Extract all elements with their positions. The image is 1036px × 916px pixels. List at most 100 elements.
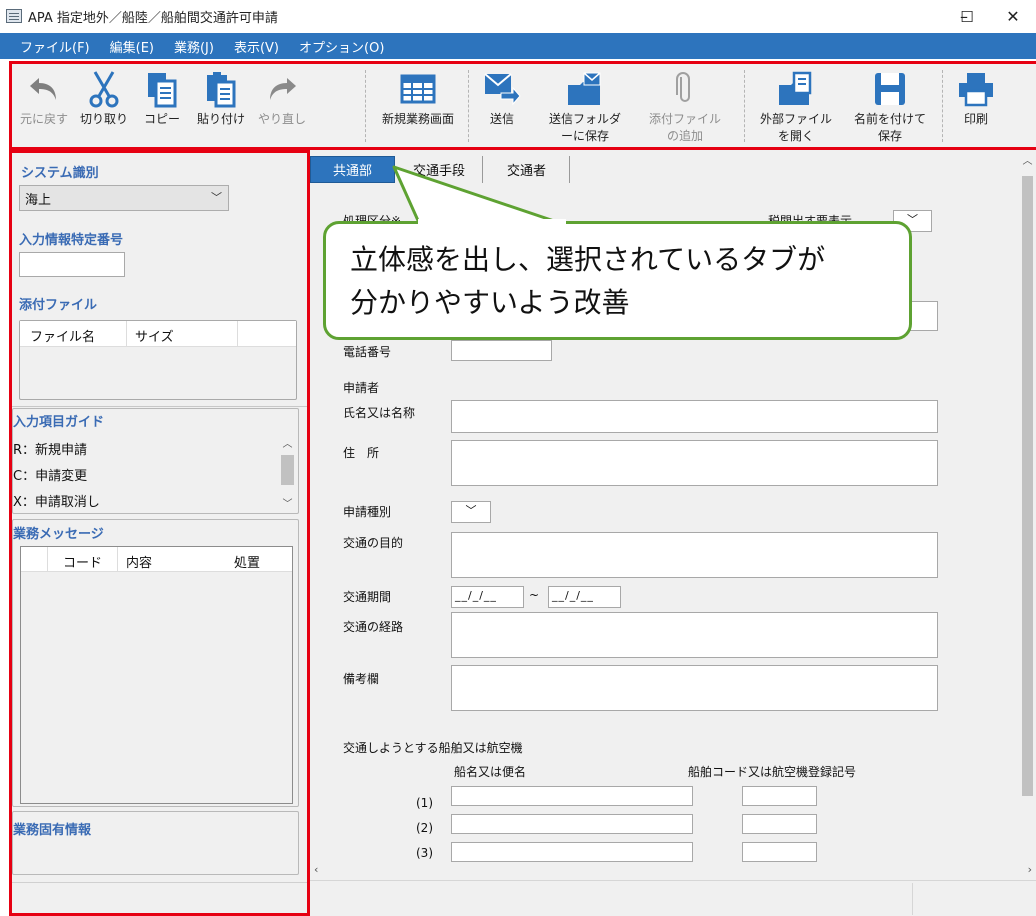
vessel-name-field-1[interactable]	[451, 786, 693, 806]
name-label: 氏名又は名称	[343, 406, 416, 420]
guide-item: X：申請取消し	[13, 495, 100, 510]
system-label: システム識別	[21, 166, 99, 181]
purpose-label: 交通の目的	[343, 536, 404, 550]
toolbar: 元に戻す 切り取り コピー 貼り付け やり直し 新規業務画面 送信 送信フォルダ…	[9, 61, 1036, 150]
floppy-disk-icon	[870, 68, 910, 110]
paste-button[interactable]: 貼り付け	[192, 64, 250, 147]
column-content[interactable]: 内容	[126, 552, 152, 571]
application-type-label: 申請種別	[343, 505, 392, 519]
undo-icon	[24, 68, 64, 110]
undo-button[interactable]: 元に戻す	[18, 64, 70, 147]
remarks-label: 備考欄	[343, 672, 380, 686]
vessel-row-number: (1)	[416, 796, 433, 810]
input-guide-panel: 入力項目ガイド R：新規申請 C：申請変更 X：申請取消し ︿ ﹀	[12, 408, 299, 514]
folder-mail-icon	[565, 68, 605, 110]
callout-pointer	[392, 165, 568, 227]
menu-file[interactable]: ファイル(F)	[20, 37, 90, 56]
save-to-send-folder-button[interactable]: 送信フォルダ ーに保存	[542, 64, 628, 147]
menu-bar: ファイル(F) 編集(E) 業務(J) 表示(V) オプション(O)	[0, 33, 1036, 59]
paste-icon	[201, 68, 241, 110]
add-attachment-button[interactable]: 添付ファイル の追加	[642, 64, 728, 147]
paperclip-icon	[665, 68, 705, 110]
main-horizontal-scrollbar[interactable]: ‹ ›	[310, 862, 1036, 879]
address-field[interactable]	[451, 440, 938, 486]
callout-annotation: 立体感を出し、選択されているタブが 分かりやすいよう改善	[323, 221, 912, 340]
vessel-code-field-3[interactable]	[742, 842, 817, 862]
guide-scrollbar[interactable]: ︿ ﹀	[279, 435, 296, 511]
application-type-select[interactable]: ﹀	[451, 501, 491, 523]
menu-business[interactable]: 業務(J)	[174, 37, 214, 56]
messages-table: コード 内容 処置	[20, 546, 293, 804]
vessel-name-field-3[interactable]	[451, 842, 693, 862]
app-icon	[6, 9, 22, 23]
system-select[interactable]: 海上 ﹀	[19, 185, 229, 211]
left-panel: システム識別 海上 ﹀ 入力情報特定番号 添付ファイル ファイル名 サイズ 入力…	[9, 150, 310, 916]
print-button[interactable]: 印刷	[948, 64, 1004, 147]
scroll-thumb[interactable]	[1022, 176, 1033, 796]
phone-field[interactable]	[451, 340, 552, 361]
scroll-thumb[interactable]	[281, 455, 294, 485]
vessel-name-label: 船名又は便名	[454, 765, 527, 779]
route-field[interactable]	[451, 612, 938, 658]
column-code[interactable]: コード	[63, 552, 102, 571]
scissors-icon	[84, 68, 124, 110]
main-vertical-scrollbar[interactable]: ︿	[1019, 150, 1036, 862]
business-messages-panel: 業務メッセージ コード 内容 処置	[12, 519, 299, 807]
input-id-field[interactable]	[19, 252, 125, 277]
column-size[interactable]: サイズ	[135, 326, 174, 345]
purpose-field[interactable]	[451, 532, 938, 578]
copy-button[interactable]: コピー	[136, 64, 188, 147]
vessel-name-field-2[interactable]	[451, 814, 693, 834]
vessel-section-label: 交通しようとする船舶又は航空機	[343, 741, 523, 755]
scroll-up-icon[interactable]: ︿	[1019, 152, 1036, 167]
name-field[interactable]	[451, 400, 938, 433]
scroll-up-icon[interactable]: ︿	[279, 435, 296, 450]
new-screen-button[interactable]: 新規業務画面	[372, 64, 464, 147]
remarks-field[interactable]	[451, 665, 938, 711]
scroll-right-icon[interactable]: ›	[1028, 863, 1032, 876]
messages-header: コード 内容 処置	[21, 547, 292, 572]
close-button[interactable]: ✕	[990, 0, 1036, 33]
save-as-button[interactable]: 名前を付けて 保存	[844, 64, 936, 147]
period-label: 交通期間	[343, 590, 392, 604]
send-mail-icon	[482, 68, 522, 110]
menu-edit[interactable]: 編集(E)	[110, 37, 154, 56]
attachments-header: ファイル名 サイズ	[20, 321, 296, 347]
printer-icon	[956, 68, 996, 110]
vessel-code-field-1[interactable]	[742, 786, 817, 806]
scroll-left-icon[interactable]: ‹	[314, 863, 318, 876]
menu-view[interactable]: 表示(V)	[234, 37, 279, 56]
period-start-date[interactable]: __/_/__	[451, 586, 524, 608]
applicant-label: 申請者	[343, 381, 380, 395]
input-id-label: 入力情報特定番号	[19, 233, 124, 248]
column-action[interactable]: 処置	[234, 552, 260, 571]
toolbar-separator	[365, 70, 366, 142]
period-end-date[interactable]: __/_/__	[548, 586, 621, 608]
column-file-name[interactable]: ファイル名	[30, 326, 95, 345]
guide-item: C：申請変更	[13, 469, 88, 484]
guide-item: R：新規申請	[13, 443, 88, 458]
system-select-value: 海上	[25, 193, 52, 208]
chevron-down-icon: ﹀	[211, 191, 222, 204]
callout-text: 立体感を出し、選択されているタブが 分かりやすいよう改善	[350, 243, 826, 319]
attachments-table: ファイル名 サイズ	[19, 320, 297, 400]
vessel-row-number: (3)	[416, 846, 433, 860]
send-button[interactable]: 送信	[474, 64, 530, 147]
open-external-file-button[interactable]: 外部ファイル を開く	[750, 64, 842, 147]
cut-button[interactable]: 切り取り	[74, 64, 134, 147]
vessel-row-number: (2)	[416, 821, 433, 835]
copy-icon	[142, 68, 182, 110]
business-specific-label: 業務固有情報	[13, 823, 92, 838]
business-specific-panel: 業務固有情報	[12, 811, 299, 875]
menu-option[interactable]: オプション(O)	[299, 37, 384, 56]
scroll-down-icon[interactable]: ﹀	[279, 495, 296, 510]
folder-open-icon	[776, 68, 816, 110]
tab-common[interactable]: 共通部	[310, 156, 395, 183]
phone-label: 電話番号	[343, 345, 392, 359]
vessel-code-field-2[interactable]	[742, 814, 817, 834]
redo-button[interactable]: やり直し	[253, 64, 311, 147]
chevron-down-icon: ﹀	[465, 504, 477, 517]
callout-pointer-cover	[418, 219, 566, 227]
chevron-down-icon: ﹀	[907, 213, 918, 226]
maximize-button[interactable]: ☐	[944, 0, 990, 33]
